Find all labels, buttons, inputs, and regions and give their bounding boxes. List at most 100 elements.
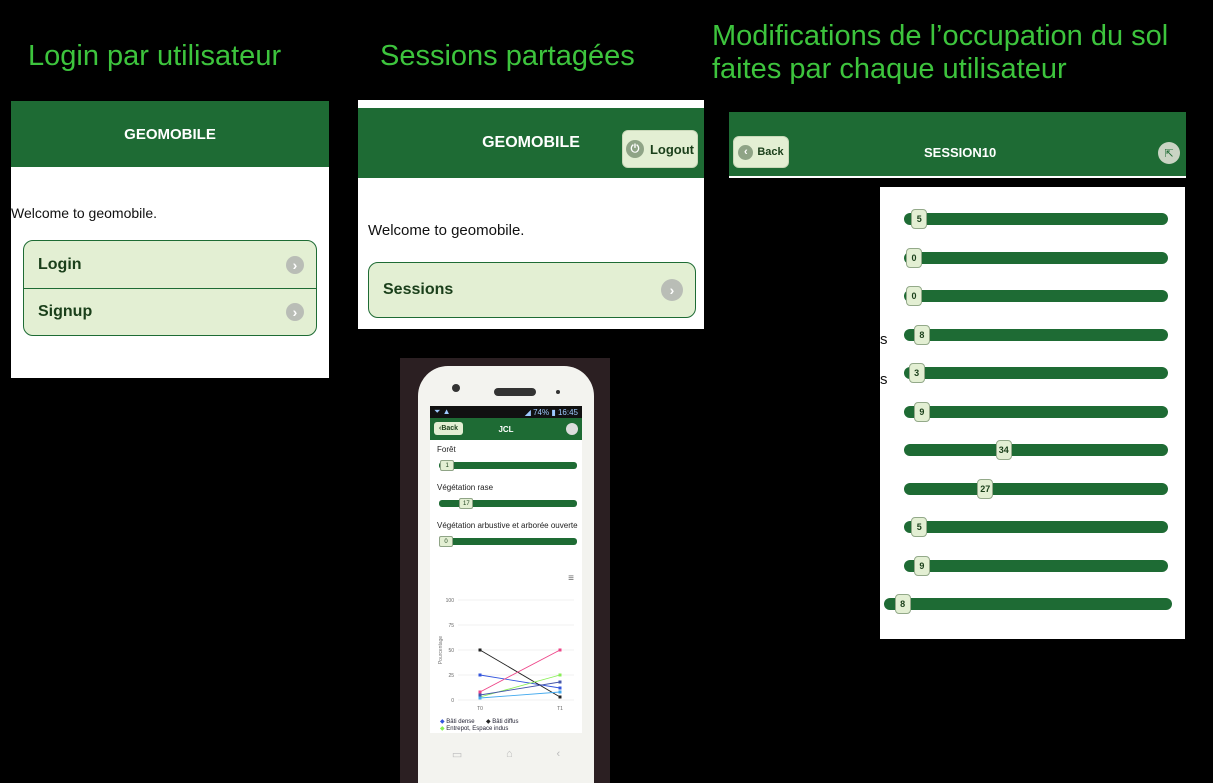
slider-handle[interactable]: 9	[913, 555, 930, 576]
status-bar: ⏷ ▲ ◢ 74% ▮ 16:45	[430, 406, 582, 418]
x-tick-label: T1	[557, 706, 563, 712]
wifi-icon: ◢	[524, 407, 531, 417]
phone-back-button[interactable]: ‹ Back	[434, 422, 464, 435]
phone-title: JCL	[498, 424, 514, 434]
app-header: GEOMOBILE	[11, 101, 329, 167]
chevron-right-icon: ›	[286, 303, 304, 321]
heading-login: Login par utilisateur	[28, 40, 282, 72]
phone-slider-handle[interactable]: 1	[440, 460, 455, 471]
sensor-icon	[556, 390, 560, 394]
sessions-screen: GEOMOBILE ⏻ Logout Welcome to geomobile.…	[358, 100, 704, 329]
phone-device: ⏷ ▲ ◢ 74% ▮ 16:45 ‹ Back JCL Forêt 1 Végét…	[418, 366, 594, 783]
app-title: GEOMOBILE	[482, 134, 580, 151]
legend-item[interactable]: ◆ Bâti diffus	[486, 718, 519, 725]
slider-handle[interactable]: 0	[906, 247, 922, 268]
slider-track[interactable]	[904, 482, 1168, 495]
slider-handle[interactable]: 5	[911, 517, 928, 537]
y-tick-label: 75	[448, 623, 454, 629]
status-time: 16:45	[557, 407, 578, 417]
data-point	[558, 690, 562, 694]
slider-handle[interactable]: 8	[913, 324, 930, 345]
data-point	[478, 696, 482, 700]
data-point	[478, 690, 482, 694]
login-item[interactable]: Login ›	[24, 241, 316, 288]
back-label: Back	[757, 146, 784, 158]
legend-item[interactable]: ◆ Entrepot, Espace indus	[440, 725, 508, 732]
phone-back-label: Back	[441, 425, 459, 432]
sessions-label: Sessions	[383, 281, 454, 298]
y-tick-label: 0	[451, 698, 454, 704]
phone-header: ‹ Back JCL	[430, 418, 582, 440]
phone-navbar: ▭ ⌂ ‹	[430, 744, 582, 764]
slider-handle[interactable]: 9	[913, 401, 930, 422]
slider-track[interactable]	[904, 213, 1168, 225]
y-tick-label: 25	[448, 673, 454, 679]
login-label: Login	[38, 255, 82, 273]
chevron-left-icon: ‹	[738, 144, 754, 160]
back-button[interactable]: ‹ Back	[733, 136, 789, 168]
welcome-text: Welcome to geomobile.	[368, 222, 525, 239]
back-nav-icon[interactable]: ‹	[556, 748, 560, 760]
chevron-right-icon: ›	[286, 255, 304, 274]
logout-button[interactable]: ⏻ Logout	[622, 130, 698, 168]
heading-modifications-2: faites par chaque utilisateur	[712, 53, 1067, 85]
signal-icon: ⏷ ▲	[434, 407, 451, 416]
slider-handle[interactable]: 34	[995, 440, 1012, 460]
camera-icon	[452, 384, 460, 392]
heading-modifications-1: Modifications de l’occupation du sol	[712, 20, 1169, 52]
series-line	[479, 649, 561, 698]
speaker-grille	[494, 388, 536, 396]
slider-track[interactable]	[904, 290, 1168, 302]
legend-label: Entrepot, Espace indus	[446, 726, 509, 732]
slider-track[interactable]	[904, 444, 1168, 456]
slider-track[interactable]	[904, 521, 1168, 533]
welcome-text: Welcome to geomobile.	[11, 205, 158, 221]
options-icon[interactable]	[566, 423, 578, 435]
menu-icon[interactable]: ≡	[568, 573, 574, 584]
sessions-item[interactable]: Sessions ›	[369, 263, 695, 317]
home-icon[interactable]: ⌂	[506, 748, 513, 760]
slider-track[interactable]	[904, 251, 1168, 264]
y-tick-label: 50	[448, 648, 454, 654]
data-point	[478, 648, 482, 652]
slider-track[interactable]	[884, 598, 1172, 610]
cut-label: s	[880, 371, 888, 388]
signup-item[interactable]: Signup ›	[24, 288, 316, 335]
phone-screen: ⏷ ▲ ◢ 74% ▮ 16:45 ‹ Back JCL Forêt 1 Végét…	[430, 406, 582, 733]
x-tick-label: T0	[477, 706, 483, 712]
slider-handle[interactable]: 8	[894, 594, 911, 614]
data-point	[558, 648, 562, 652]
slider-handle[interactable]: 3	[908, 363, 925, 383]
data-point	[558, 695, 562, 699]
logout-label: Logout	[649, 141, 695, 157]
slider-track[interactable]	[904, 367, 1168, 379]
status-right: ◢ 74% ▮ 16:45	[525, 408, 578, 417]
y-axis-label: Pourcentage	[438, 636, 444, 665]
phone-slider-handle[interactable]: 17	[459, 498, 474, 509]
phone-slider-label: Forêt	[437, 445, 456, 454]
phone-slider-track[interactable]	[439, 538, 577, 545]
heading-sessions: Sessions partagées	[380, 40, 635, 72]
recent-apps-icon[interactable]: ▭	[452, 748, 462, 761]
slider-track[interactable]	[904, 405, 1168, 418]
phone-line-chart: 100 75 50 25 0 T0 T1 Pourcentage	[438, 598, 574, 712]
slider-track[interactable]	[904, 328, 1168, 341]
slider-handle[interactable]: 5	[911, 209, 928, 229]
app-header: GEOMOBILE ⏻ Logout	[358, 108, 704, 178]
slider-track[interactable]	[904, 559, 1168, 572]
slider-handle[interactable]: 27	[977, 478, 994, 499]
phone-slider-handle[interactable]: 0	[439, 536, 453, 547]
power-icon: ⏻	[625, 140, 644, 158]
chevron-right-icon: ›	[661, 279, 683, 301]
legend-item[interactable]: ◆ Bâti dense	[440, 718, 475, 725]
data-point	[478, 673, 482, 677]
phone-slider-label: Végétation arbustive et arborée ouverte	[437, 521, 578, 530]
share-icon[interactable]: ⇱	[1158, 142, 1180, 164]
slider-handle[interactable]: 0	[906, 286, 922, 306]
phone-slider-track[interactable]	[439, 462, 577, 469]
login-menu: Login › Signup ›	[23, 240, 317, 336]
session-title: SESSION10	[924, 145, 997, 160]
app-title: GEOMOBILE	[124, 125, 216, 143]
phone-slider-label: Végétation rase	[437, 483, 494, 492]
battery-icon: ▮	[551, 407, 556, 417]
